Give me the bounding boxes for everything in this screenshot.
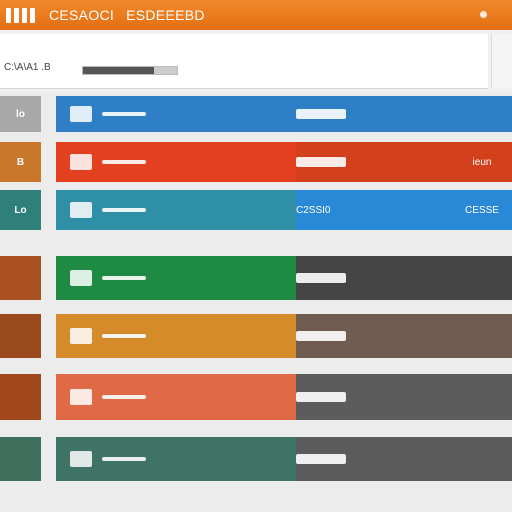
row-left-segment <box>56 374 296 420</box>
row-status-chip <box>296 392 346 402</box>
row-right-segment <box>452 437 512 481</box>
row-status-chip <box>296 454 346 464</box>
row-left-segment <box>56 256 296 300</box>
subtitle-text: ESDEEEBD <box>126 7 205 23</box>
row-status-chip <box>296 331 346 341</box>
toolbar-scrollbar[interactable] <box>491 34 512 88</box>
list-row[interactable] <box>0 437 512 481</box>
row-thumbnail[interactable] <box>0 437 41 481</box>
row-right-segment <box>452 256 512 300</box>
row-left-segment <box>56 437 296 481</box>
title-bar: CESAOCI ESDEEEBD <box>0 0 512 30</box>
row-band[interactable] <box>56 256 512 300</box>
row-band[interactable] <box>56 96 512 132</box>
row-mid-segment <box>296 96 452 132</box>
row-right-segment <box>452 314 512 358</box>
row-item-icon <box>70 451 92 467</box>
row-mid-label: C2SSI0 <box>296 204 331 216</box>
row-item-icon <box>70 154 92 170</box>
row-title-placeholder <box>102 160 146 164</box>
row-title-placeholder <box>102 112 146 116</box>
window-menu-icon[interactable] <box>480 11 487 18</box>
row-mid-segment <box>296 437 452 481</box>
list-row[interactable]: lo <box>0 96 512 132</box>
row-left-segment <box>56 142 296 182</box>
row-band[interactable] <box>56 374 512 420</box>
row-title-placeholder <box>102 208 146 212</box>
row-band[interactable]: C2SSI0 CESSE <box>56 190 512 230</box>
row-right-segment: ieun <box>452 142 512 182</box>
row-thumbnail[interactable]: Lo <box>0 190 41 230</box>
toolbar-panel: C:\A\A1 .B <box>0 34 488 89</box>
row-thumbnail[interactable]: B <box>0 142 41 182</box>
row-left-segment <box>56 96 296 132</box>
row-item-icon <box>70 202 92 218</box>
row-left-segment <box>56 190 296 230</box>
row-thumbnail[interactable]: lo <box>0 96 41 132</box>
row-band[interactable]: ieun <box>56 142 512 182</box>
row-mid-segment <box>296 142 452 182</box>
list-row[interactable]: Bieun <box>0 142 512 182</box>
row-list: lo Bieun Lo C2SSI0 CESSE <box>0 92 512 512</box>
row-right-segment <box>452 96 512 132</box>
row-title-placeholder <box>102 334 146 338</box>
list-row[interactable] <box>0 374 512 420</box>
row-status-chip <box>296 273 346 283</box>
row-right-label: ieun <box>472 156 492 168</box>
row-item-icon <box>70 270 92 286</box>
row-left-segment <box>56 314 296 358</box>
toolbar: C:\A\A1 .B <box>0 30 512 92</box>
row-title-placeholder <box>102 457 146 461</box>
row-mid-segment <box>296 374 452 420</box>
progress-fill <box>83 67 154 74</box>
row-mid-segment: C2SSI0 <box>296 190 452 230</box>
app-window: CESAOCI ESDEEEBD C:\A\A1 .B lo Bieun Lo C2S… <box>0 0 512 512</box>
row-item-icon <box>70 389 92 405</box>
app-logo-icon <box>6 7 35 23</box>
row-status-chip <box>296 109 346 119</box>
row-mid-segment <box>296 314 452 358</box>
list-row[interactable]: Lo C2SSI0 CESSE <box>0 190 512 230</box>
row-thumbnail[interactable] <box>0 314 41 358</box>
row-right-label: CESSE <box>465 204 499 216</box>
row-thumbnail[interactable] <box>0 256 41 300</box>
row-item-icon <box>70 328 92 344</box>
title-text: CESAOCI <box>49 7 115 23</box>
row-band[interactable] <box>56 314 512 358</box>
path-label: C:\A\A1 .B <box>4 62 51 73</box>
list-row[interactable] <box>0 314 512 358</box>
row-title-placeholder <box>102 276 146 280</box>
row-right-segment <box>452 374 512 420</box>
list-row[interactable] <box>0 256 512 300</box>
row-item-icon <box>70 106 92 122</box>
window-title: CESAOCI ESDEEEBD <box>49 7 205 23</box>
row-mid-segment <box>296 256 452 300</box>
progress-bar <box>82 66 178 75</box>
row-right-segment: CESSE <box>452 190 512 230</box>
row-band[interactable] <box>56 437 512 481</box>
row-title-placeholder <box>102 395 146 399</box>
row-thumbnail[interactable] <box>0 374 41 420</box>
row-status-chip <box>296 157 346 167</box>
